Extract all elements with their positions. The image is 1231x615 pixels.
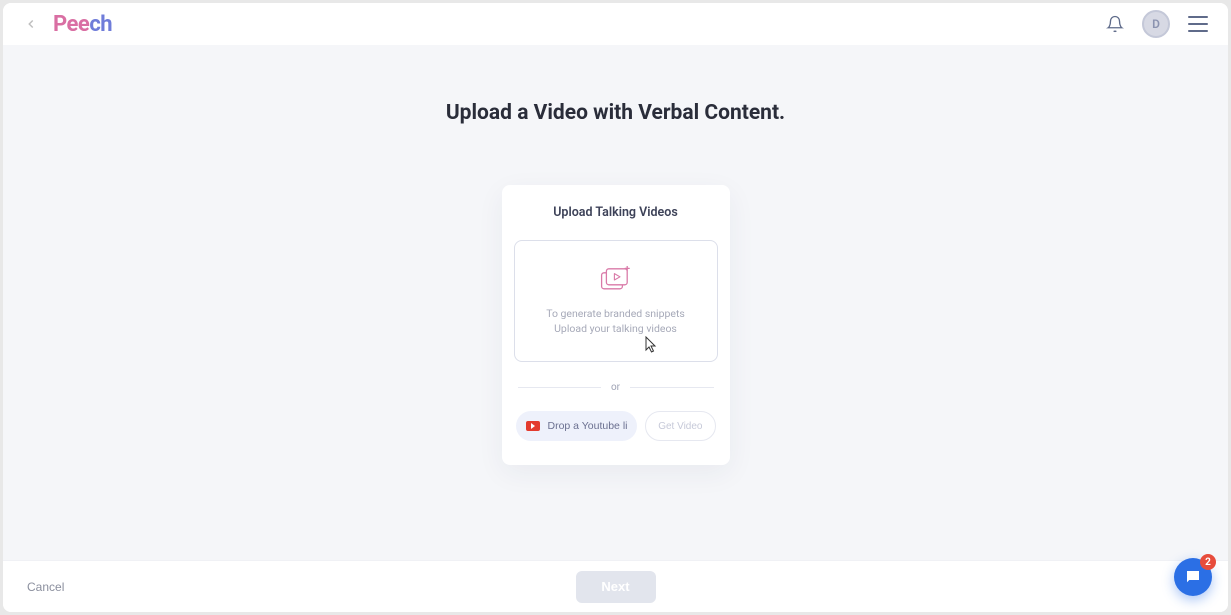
chevron-left-icon xyxy=(24,17,38,31)
upload-video-icon xyxy=(600,266,632,294)
dropzone-line1: To generate branded snippets xyxy=(546,306,685,321)
page-title: Upload a Video with Verbal Content. xyxy=(3,101,1228,125)
youtube-icon xyxy=(526,421,540,431)
header: Peech D xyxy=(3,3,1228,45)
avatar[interactable]: D xyxy=(1142,10,1170,38)
card-title: Upload Talking Videos xyxy=(514,205,718,220)
chat-badge: 2 xyxy=(1200,554,1216,570)
youtube-input-wrapper[interactable] xyxy=(516,411,638,441)
hamburger-icon xyxy=(1188,16,1208,18)
chat-button[interactable]: 2 xyxy=(1174,558,1212,596)
dropzone-line2: Upload your talking videos xyxy=(546,321,685,336)
notifications-button[interactable] xyxy=(1106,15,1124,33)
footer: Cancel Next xyxy=(3,560,1228,612)
avatar-initial: D xyxy=(1152,17,1160,31)
bell-icon xyxy=(1106,15,1124,33)
menu-button[interactable] xyxy=(1188,16,1208,32)
upload-dropzone[interactable]: To generate branded snippets Upload your… xyxy=(514,240,718,362)
divider-label: or xyxy=(601,382,630,393)
cancel-button[interactable]: Cancel xyxy=(27,580,64,594)
app-frame: Peech D Upload a Video with Verbal Conte… xyxy=(3,3,1228,612)
upload-card: Upload Talking Videos To generate brande… xyxy=(502,185,730,465)
header-actions: D xyxy=(1106,10,1208,38)
logo-part-1: Pee xyxy=(53,12,89,37)
logo-part-2: ch xyxy=(89,12,112,37)
back-button[interactable] xyxy=(23,16,39,32)
chat-icon xyxy=(1184,568,1202,586)
get-video-button[interactable]: Get Video xyxy=(645,411,715,441)
dropzone-text: To generate branded snippets Upload your… xyxy=(546,306,685,336)
youtube-link-input[interactable] xyxy=(548,420,628,432)
divider: or xyxy=(518,382,714,393)
logo[interactable]: Peech xyxy=(53,12,112,37)
youtube-row: Get Video xyxy=(514,411,718,441)
main-content: Upload a Video with Verbal Content. Uplo… xyxy=(3,45,1228,560)
next-button[interactable]: Next xyxy=(576,571,656,603)
